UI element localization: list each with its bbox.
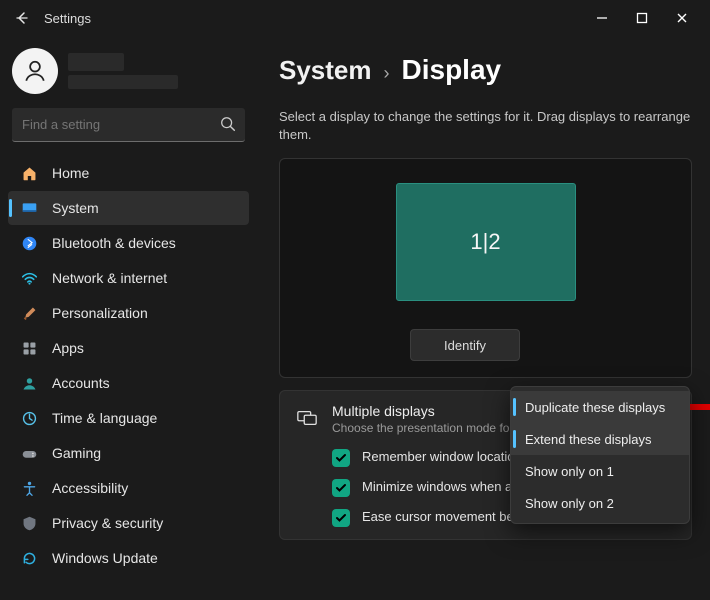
update-icon <box>20 549 38 567</box>
sidebar-item-label: Privacy & security <box>52 515 163 531</box>
maximize-icon <box>636 12 648 24</box>
gamepad-icon <box>20 444 38 462</box>
search-icon <box>219 115 237 136</box>
sidebar: Home System Bluetooth & devices Network … <box>0 36 255 600</box>
checkbox-checked-icon <box>332 509 350 527</box>
display-arrangement-panel: 1|2 Identify <box>279 158 692 378</box>
user-icon <box>22 58 48 84</box>
menu-item-duplicate[interactable]: Duplicate these displays <box>511 391 689 423</box>
sidebar-item-label: Home <box>52 165 89 181</box>
titlebar: Settings <box>0 0 710 36</box>
sidebar-item-bluetooth[interactable]: Bluetooth & devices <box>8 226 249 260</box>
card-title: Multiple displays <box>332 403 523 419</box>
sidebar-item-label: Accessibility <box>52 480 128 496</box>
main-content: System › Display Select a display to cha… <box>255 36 710 600</box>
monitor-tile[interactable]: 1|2 <box>396 183 576 301</box>
back-button[interactable] <box>8 4 36 32</box>
monitor-label: 1|2 <box>470 229 500 255</box>
sidebar-item-apps[interactable]: Apps <box>8 331 249 365</box>
nav-list: Home System Bluetooth & devices Network … <box>8 156 249 575</box>
menu-item-label: Show only on 2 <box>525 496 614 511</box>
user-name-placeholder <box>68 53 178 89</box>
globe-clock-icon <box>20 409 38 427</box>
window-title: Settings <box>44 11 91 26</box>
sidebar-item-label: System <box>52 200 99 216</box>
minimize-icon <box>596 12 608 24</box>
menu-item-label: Duplicate these displays <box>525 400 665 415</box>
menu-item-show-only-2[interactable]: Show only on 2 <box>511 487 689 519</box>
sidebar-item-personalization[interactable]: Personalization <box>8 296 249 330</box>
sidebar-item-label: Bluetooth & devices <box>52 235 176 251</box>
sidebar-item-label: Apps <box>52 340 84 356</box>
system-icon <box>20 199 38 217</box>
close-icon <box>676 12 688 24</box>
page-description: Select a display to change the settings … <box>279 108 692 144</box>
breadcrumb-root[interactable]: System <box>279 55 372 86</box>
sidebar-item-gaming[interactable]: Gaming <box>8 436 249 470</box>
sidebar-item-privacy[interactable]: Privacy & security <box>8 506 249 540</box>
checkbox-checked-icon <box>332 449 350 467</box>
breadcrumb-leaf: Display <box>402 54 502 86</box>
sidebar-item-windows-update[interactable]: Windows Update <box>8 541 249 575</box>
window-minimize-button[interactable] <box>582 4 622 32</box>
sidebar-item-label: Network & internet <box>52 270 167 286</box>
sidebar-item-label: Gaming <box>52 445 101 461</box>
breadcrumb: System › Display <box>279 54 692 86</box>
menu-item-show-only-1[interactable]: Show only on 1 <box>511 455 689 487</box>
chevron-right-icon: › <box>384 63 390 84</box>
sidebar-item-network[interactable]: Network & internet <box>8 261 249 295</box>
search-box[interactable] <box>12 108 245 142</box>
window-maximize-button[interactable] <box>622 4 662 32</box>
sidebar-item-system[interactable]: System <box>8 191 249 225</box>
sidebar-item-label: Accounts <box>52 375 110 391</box>
checkbox-checked-icon <box>332 479 350 497</box>
identify-label: Identify <box>444 338 486 353</box>
display-mode-menu: Duplicate these displays Extend these di… <box>510 386 690 524</box>
displays-icon <box>296 407 318 429</box>
menu-item-label: Extend these displays <box>525 432 651 447</box>
sidebar-item-accounts[interactable]: Accounts <box>8 366 249 400</box>
arrow-left-icon <box>14 10 30 26</box>
accounts-icon <box>20 374 38 392</box>
wifi-icon <box>20 269 38 287</box>
brush-icon <box>20 304 38 322</box>
card-subtitle: Choose the presentation mode for y <box>332 421 523 435</box>
identify-button[interactable]: Identify <box>410 329 520 361</box>
bluetooth-icon <box>20 234 38 252</box>
menu-item-label: Show only on 1 <box>525 464 614 479</box>
window-close-button[interactable] <box>662 4 702 32</box>
accessibility-icon <box>20 479 38 497</box>
sidebar-item-label: Time & language <box>52 410 157 426</box>
user-account-row[interactable] <box>8 44 249 108</box>
sidebar-item-label: Windows Update <box>52 550 158 566</box>
sidebar-item-accessibility[interactable]: Accessibility <box>8 471 249 505</box>
sidebar-item-time-language[interactable]: Time & language <box>8 401 249 435</box>
menu-item-extend[interactable]: Extend these displays <box>511 423 689 455</box>
shield-icon <box>20 514 38 532</box>
search-input[interactable] <box>12 108 245 142</box>
apps-icon <box>20 339 38 357</box>
home-icon <box>20 164 38 182</box>
sidebar-item-label: Personalization <box>52 305 148 321</box>
sidebar-item-home[interactable]: Home <box>8 156 249 190</box>
avatar <box>12 48 58 94</box>
